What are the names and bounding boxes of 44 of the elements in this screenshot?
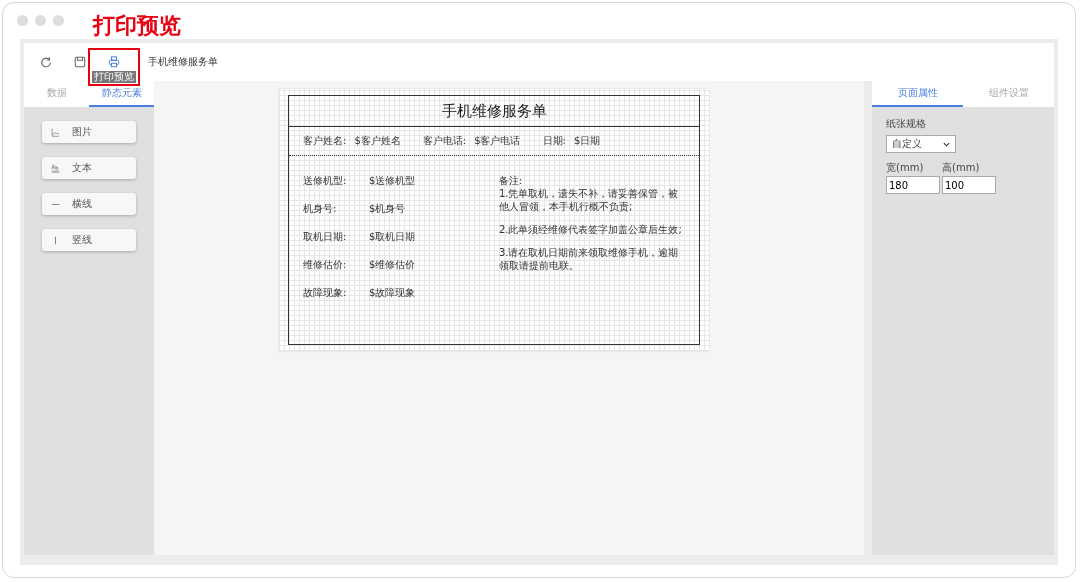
- field-label: 纸张规格: [886, 117, 927, 131]
- window-dot-icon: [53, 15, 64, 26]
- field-label: 取机日期:: [303, 230, 348, 244]
- field-placeholder-value: $客户姓名: [354, 134, 401, 148]
- field-label: 高(mm): [942, 161, 981, 175]
- tooltip: 打印预览: [92, 71, 136, 83]
- field-label: 维修估价:: [303, 258, 348, 272]
- note-text: 2.此单须经维修代表签字加盖公章后生效;: [498, 223, 683, 236]
- field-placeholder-value: $日期: [573, 134, 601, 148]
- element-button[interactable]: 图片: [42, 121, 136, 143]
- field-placeholder-value: $机身号: [369, 202, 406, 216]
- field-label: 客户姓名:: [303, 134, 347, 148]
- refresh-icon[interactable]: [40, 56, 52, 68]
- field-label: 送修机型:: [303, 174, 348, 188]
- printer-icon[interactable]: [108, 56, 120, 68]
- image-icon: [51, 127, 60, 137]
- field-placeholder-value: $故障现象: [369, 286, 416, 300]
- element-button[interactable]: 竖线: [42, 229, 136, 251]
- document-title: 手机维修服务单: [148, 55, 218, 69]
- field-placeholder-value: $维修估价: [369, 258, 416, 272]
- field-label: 机身号:: [303, 202, 338, 216]
- window-dot-icon: [35, 15, 46, 26]
- window-dot-icon: [17, 15, 28, 26]
- field-label: 宽(mm): [886, 161, 925, 175]
- note-text: 1.凭单取机，遗失不补，请妥善保管，被他人冒领，本手机行概不负责;: [498, 187, 680, 213]
- text-icon: [51, 163, 60, 173]
- note-text: 3.请在取机日期前来领取维修手机，逾期领取请提前电联。: [498, 246, 680, 272]
- field-label: 日期:: [542, 134, 566, 148]
- highlight-frame: [88, 48, 140, 86]
- element-button[interactable]: 文本: [42, 157, 136, 179]
- width-input[interactable]: 180: [886, 176, 940, 194]
- paper-size-dropdown[interactable]: 自定义: [886, 135, 956, 153]
- field-placeholder-value: $取机日期: [369, 230, 416, 244]
- field-placeholder-value: $客户电话: [474, 134, 521, 148]
- field-placeholder-value: $送修机型: [369, 174, 416, 188]
- note-text: 备注:: [498, 174, 524, 187]
- annotation-label: 打印预览: [93, 12, 181, 40]
- field-label: 客户电话:: [422, 134, 467, 148]
- element-button[interactable]: 横线: [42, 193, 136, 215]
- field-label: 故障现象:: [303, 286, 348, 300]
- form-title: 手机维修服务单: [289, 96, 699, 127]
- height-input[interactable]: 100: [942, 176, 996, 194]
- save-icon[interactable]: [74, 56, 86, 68]
- chevron-down-icon: [943, 141, 950, 147]
